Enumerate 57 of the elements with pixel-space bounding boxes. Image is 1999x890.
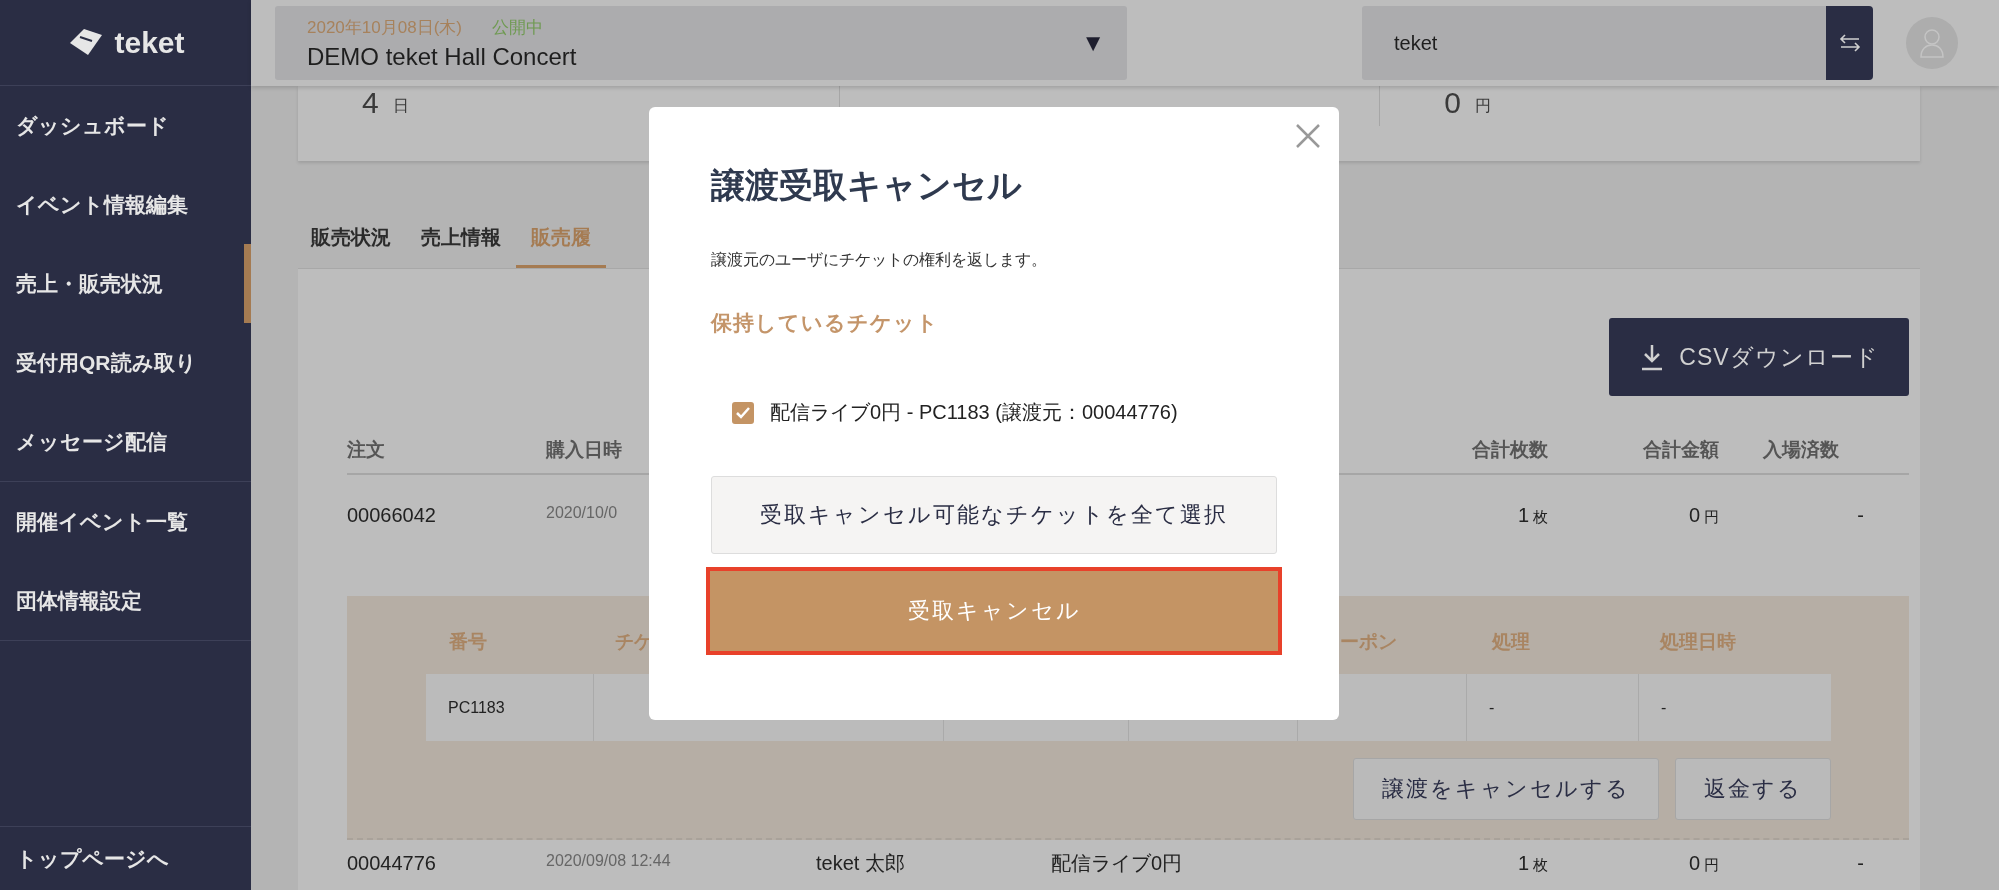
sidebar-item[interactable]: 団体情報設定 [0, 561, 251, 640]
refund-button[interactable]: 返金する [1675, 758, 1831, 820]
ticket-quantity: 1 枚 [1517, 504, 1548, 527]
column-header: 処理日時 [1658, 630, 1737, 654]
tab[interactable]: 売上情報 [406, 224, 516, 268]
table-cell: - [1466, 674, 1638, 741]
ticket-name: 配信ライブ0円 [1051, 852, 1183, 875]
column-header: 合計枚数 [1471, 437, 1548, 462]
ticket-label: 配信ライブ0円 - PC1183 (譲渡元：00044776) [770, 400, 1178, 425]
checkbox[interactable] [732, 401, 754, 424]
column-header: 注文 [347, 437, 386, 462]
sidebar-item[interactable]: メッセージ配信 [0, 402, 251, 481]
total-amount: 0 円 [1688, 504, 1719, 527]
stat-value: 4 [362, 86, 379, 120]
event-selector[interactable]: 2020年10月08日(木) 公開中 DEMO teket Hall Concert ▼ [275, 6, 1127, 80]
entered-count: - [1857, 504, 1865, 527]
tab[interactable]: 販売状況 [311, 224, 406, 268]
column-header: 番号 [448, 630, 488, 654]
order-number[interactable]: 00044776 [347, 852, 436, 875]
purchase-date: 2020/09/08 12:44 [546, 852, 671, 871]
event-date: 2020年10月08日(木) [307, 16, 462, 39]
ticket-quantity: 1 枚 [1517, 852, 1548, 875]
cancel-transfer-button[interactable]: 譲渡をキャンセルする [1353, 758, 1659, 820]
sidebar-item[interactable]: ダッシュボード [0, 86, 251, 165]
select-all-button[interactable]: 受取キャンセル可能なチケットを全て選択 [711, 476, 1277, 554]
column-header: 購入日時 [546, 437, 623, 462]
column-header: 合計金額 [1642, 437, 1719, 462]
sidebar-item[interactable]: イベント情報編集 [0, 165, 251, 244]
total-amount: 0 円 [1688, 852, 1719, 875]
event-status: 公開中 [491, 16, 543, 39]
column-header: 処理 [1490, 630, 1531, 654]
stat-value: 0 [1444, 86, 1461, 120]
dialog-title: 譲渡受取キャンセル [711, 165, 1023, 206]
column-header: ーポン [1339, 630, 1398, 654]
brand-logo[interactable]: teket [114, 25, 185, 60]
section-title: 保持しているチケット [711, 310, 940, 336]
sidebar-item[interactable]: 売上・販売状況 [0, 244, 251, 323]
top-page-link[interactable]: トップページへ [0, 826, 251, 890]
swap-button[interactable] [1826, 6, 1873, 80]
buyer-name: teket 太郎 [816, 852, 905, 875]
purchase-date: 2020/10/0 [546, 504, 618, 523]
sidebar-item[interactable]: 開催イベント一覧 [0, 482, 251, 561]
stat-unit: 日 [392, 96, 409, 116]
column-header: 入場済数 [1761, 437, 1840, 462]
stat-unit: 円 [1475, 96, 1491, 116]
sidebar-item[interactable]: 受付用QR読み取り [0, 323, 251, 402]
dialog-description: 譲渡元のユーザにチケットの権利を返します。 [711, 250, 1048, 270]
order-number[interactable]: 00066042 [347, 504, 436, 527]
check-icon [736, 406, 750, 419]
caret-icon: ▼ [1081, 29, 1105, 57]
csv-download-button[interactable]: CSVダウンロード [1609, 318, 1909, 396]
table-cell: - [1638, 674, 1831, 741]
swap-arrows-icon [1838, 33, 1861, 53]
organization-field[interactable]: teket [1362, 6, 1826, 80]
event-name: DEMO teket Hall Concert [307, 42, 578, 71]
table-cell-text: PC1183 [447, 697, 506, 718]
entered-count: - [1857, 852, 1865, 875]
